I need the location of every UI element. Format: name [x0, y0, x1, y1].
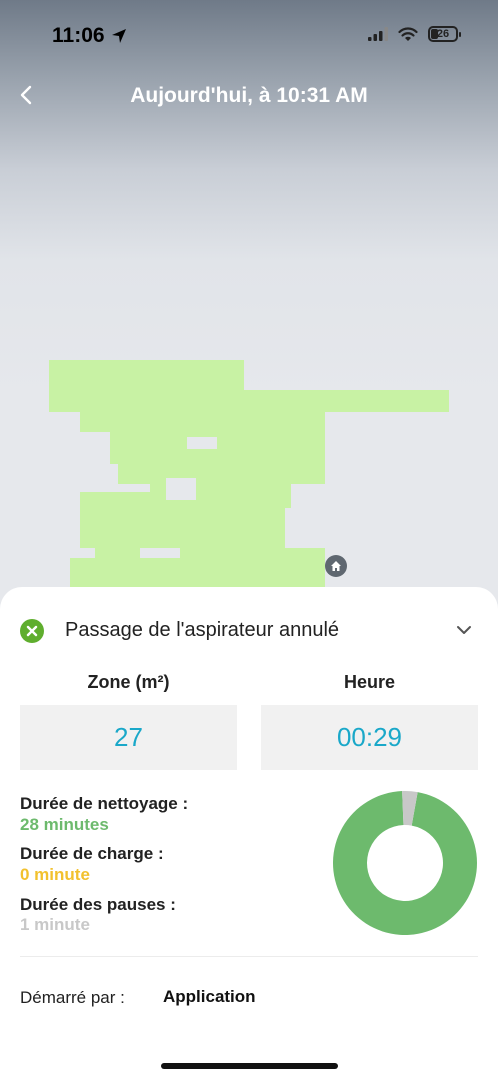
cleaning-duration-value: 28 minutes — [20, 815, 109, 834]
cleaning-report-sheet: Passage de l'aspirateur annulé Zone (m²)… — [0, 587, 498, 1080]
status-bar-time: 11:06 — [52, 24, 127, 48]
started-by-value: Application — [163, 987, 256, 1006]
zone-value: 27 — [20, 705, 237, 770]
cellular-signal-icon — [368, 27, 388, 41]
time-label: Heure — [343, 672, 396, 692]
duration-donut-chart — [333, 791, 477, 935]
pause-duration-label: Durée des pauses : — [20, 895, 176, 914]
page-title: Aujourd'hui, à 10:31 AM — [130, 84, 368, 107]
battery-level: 26 — [436, 28, 450, 40]
home-base-marker — [325, 555, 347, 577]
divider — [20, 956, 478, 957]
status-header[interactable]: Passage de l'aspirateur annulé — [20, 617, 478, 647]
cleaning-map[interactable] — [0, 340, 498, 600]
started-by-label: Démarré par : — [20, 988, 125, 1007]
clock-text: 11:06 — [52, 24, 105, 47]
charge-duration-label: Durée de charge : — [20, 844, 164, 863]
pause-duration-value: 1 minute — [20, 915, 90, 934]
home-indicator[interactable] — [161, 1063, 338, 1069]
chevron-down-icon[interactable] — [456, 625, 472, 635]
wifi-icon — [398, 26, 418, 41]
status-bar-icons: 26 — [368, 26, 461, 42]
check-circle-icon — [20, 619, 44, 643]
battery-icon: 26 — [428, 26, 461, 42]
zone-label: Zone (m²) — [87, 672, 170, 692]
charge-duration-value: 0 minute — [20, 865, 90, 884]
location-arrow-icon — [111, 29, 126, 43]
cleaning-duration-label: Durée de nettoyage : — [20, 794, 189, 813]
home-icon — [331, 561, 341, 571]
status-title: Passage de l'aspirateur annulé — [65, 619, 340, 641]
time-value: 00:29 — [261, 705, 478, 770]
